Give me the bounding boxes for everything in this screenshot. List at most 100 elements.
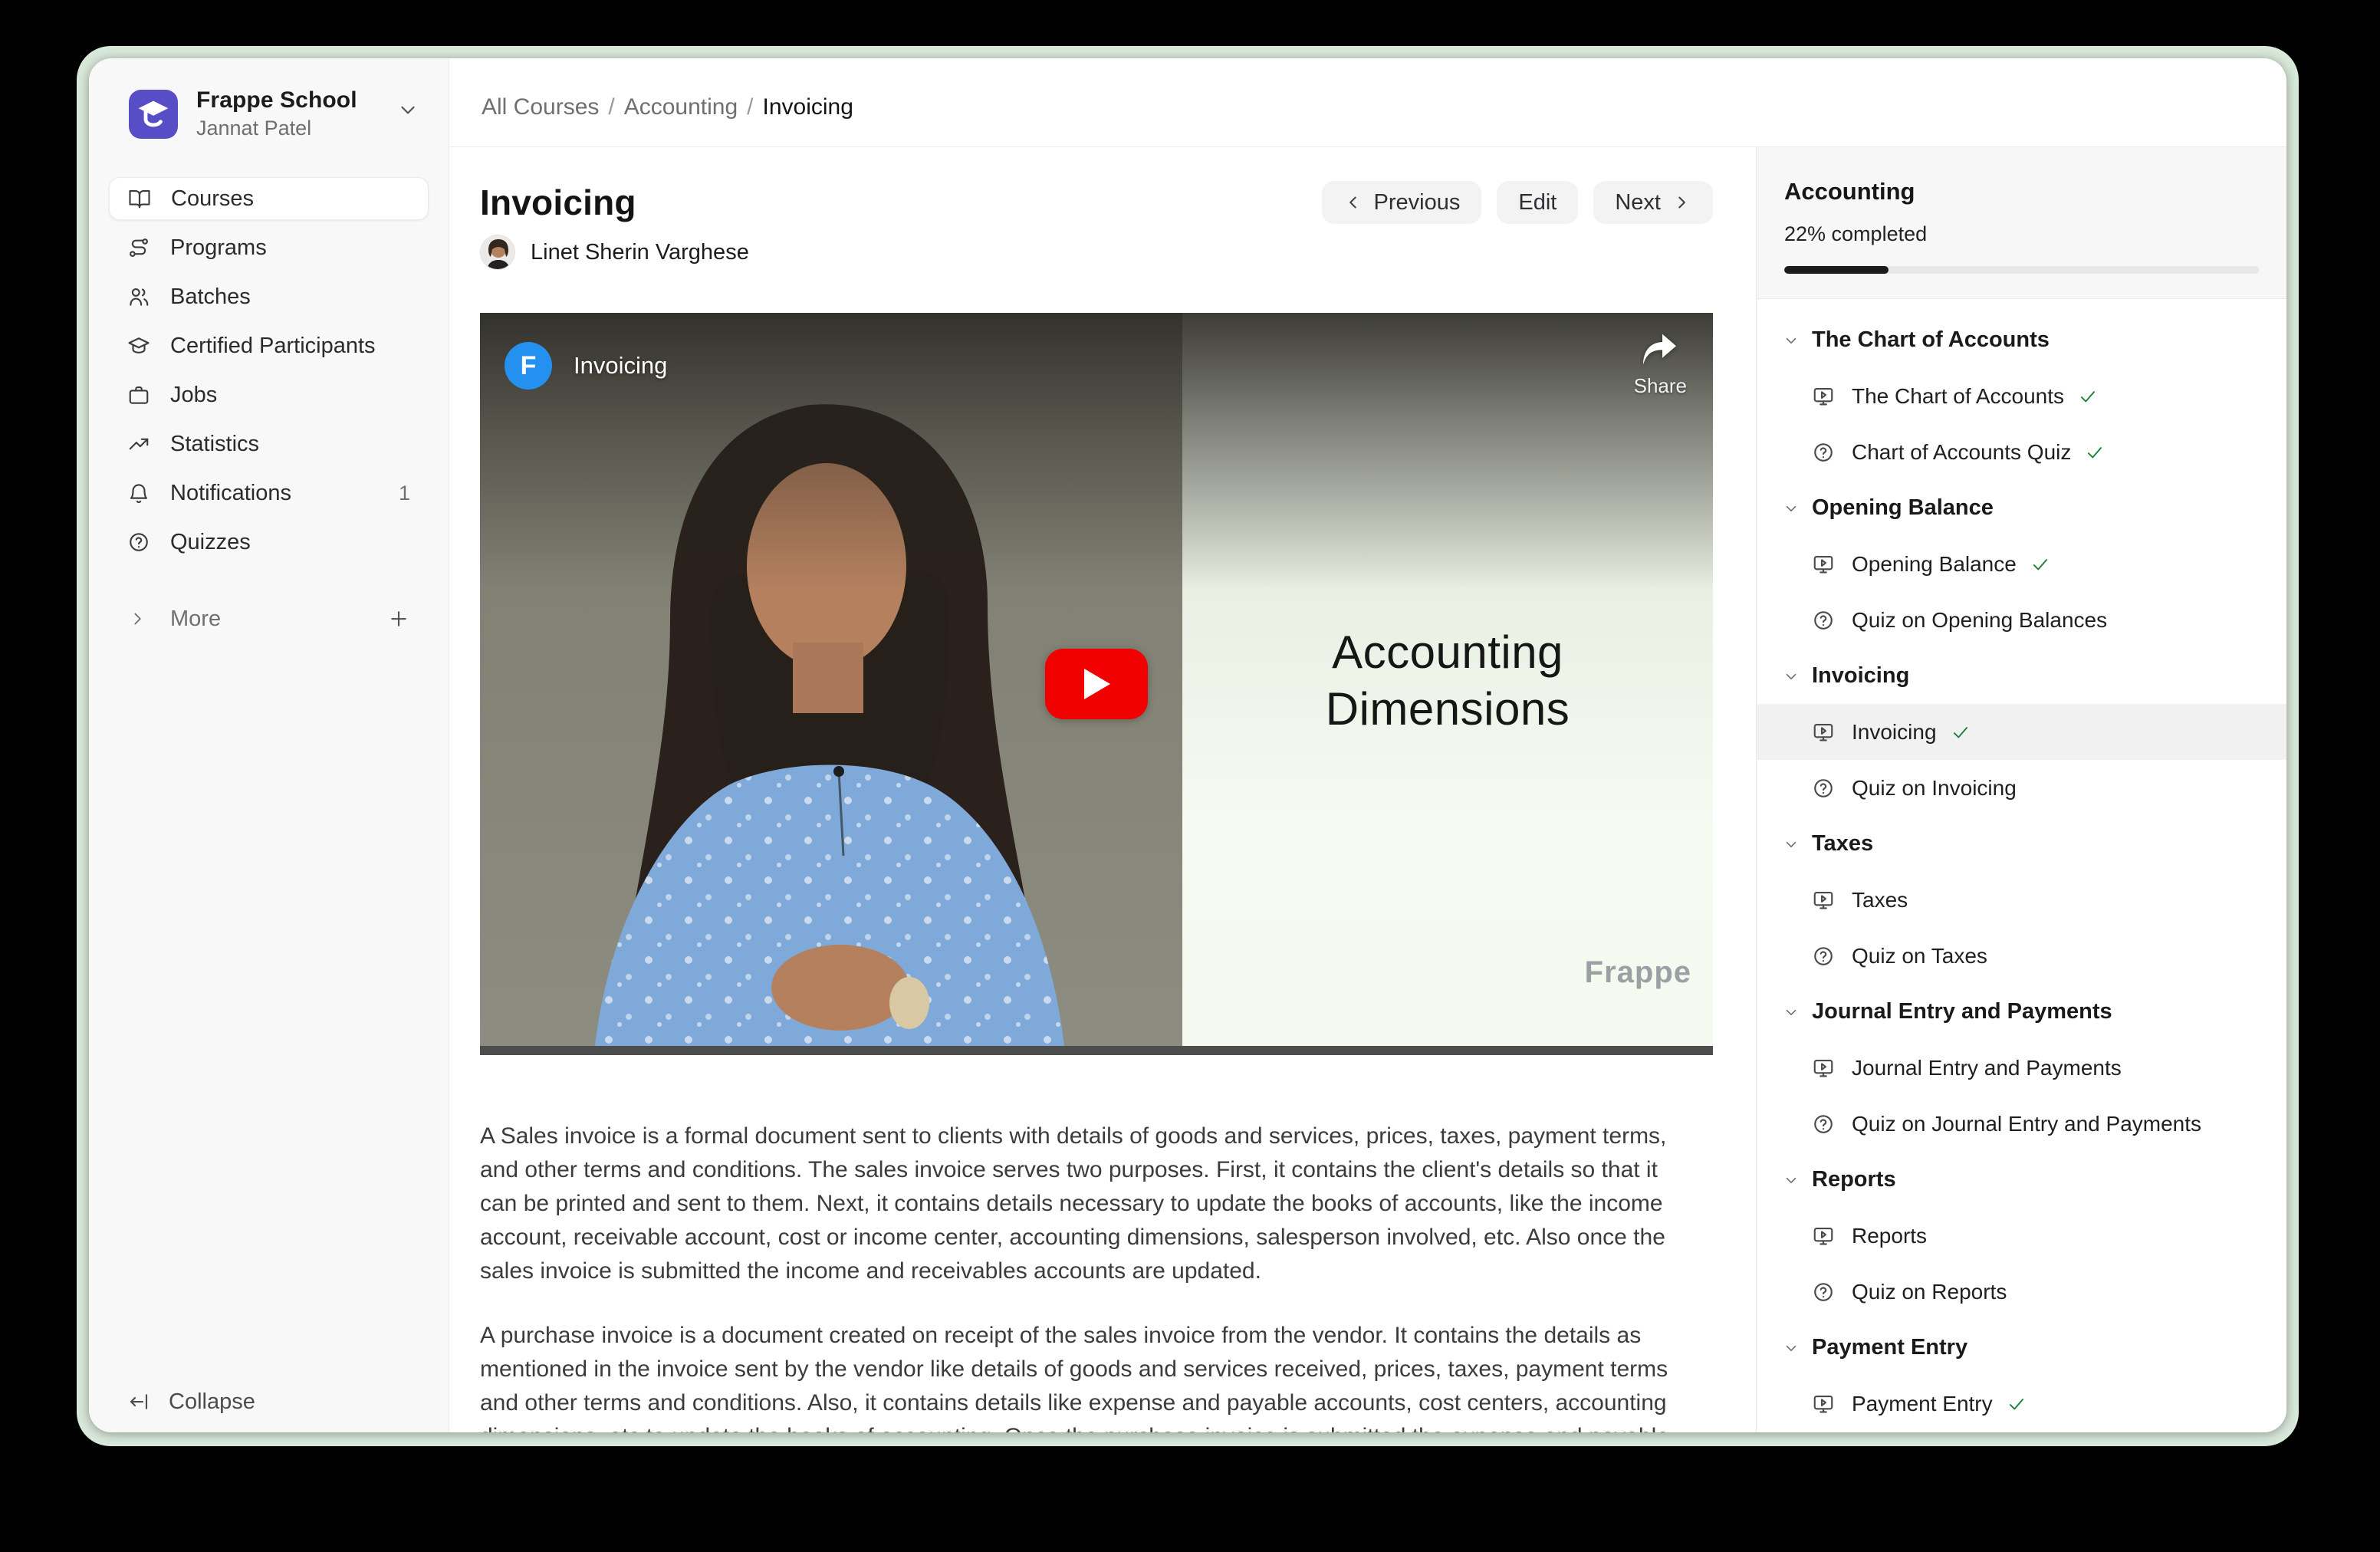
sidebar-item-label: Batches xyxy=(170,284,251,310)
outline-lesson-invoicing[interactable]: Invoicing xyxy=(1757,704,2286,760)
chevron-down-icon xyxy=(1783,1004,1800,1021)
breadcrumb-current: Invoicing xyxy=(763,94,853,120)
collapse-button[interactable]: Collapse xyxy=(109,1383,274,1420)
video-lesson-icon xyxy=(1812,385,1835,408)
outline-section-invoicing[interactable]: Invoicing xyxy=(1757,648,2286,704)
outline-lesson-reports[interactable]: Reports xyxy=(1757,1208,2286,1264)
video-lesson-icon xyxy=(1812,1057,1835,1080)
course-outline: Accounting 22% completed The Chart of Ac… xyxy=(1756,147,2286,1432)
outline-item-label: Chart of Accounts Quiz xyxy=(1852,440,2071,465)
outline-section-title: Journal Entry and Payments xyxy=(1812,999,2112,1024)
video-lesson-icon xyxy=(1812,1225,1835,1248)
sidebar-item-label: Certified Participants xyxy=(170,334,376,359)
outline-section-title: The Chart of Accounts xyxy=(1812,327,2050,353)
outline-quiz-quiz-on-opening-balances[interactable]: Quiz on Opening Balances xyxy=(1757,592,2286,648)
outline-item-label: Quiz on Reports xyxy=(1852,1280,2007,1304)
video-lesson-icon xyxy=(1812,1393,1835,1416)
next-button[interactable]: Next xyxy=(1593,181,1713,224)
outline-section-title: Invoicing xyxy=(1812,663,1909,689)
course-outline-list: The Chart of Accounts The Chart of Accoun… xyxy=(1757,300,2286,1432)
lesson-author: Linet Sherin Varghese xyxy=(480,235,1713,270)
chevron-down-icon xyxy=(1783,500,1800,517)
play-button[interactable] xyxy=(1045,649,1148,719)
progress-label: 22% completed xyxy=(1784,222,2259,246)
outline-quiz-quiz-on-invoicing[interactable]: Quiz on Invoicing xyxy=(1757,760,2286,816)
workspace-switcher[interactable]: Frappe School Jannat Patel xyxy=(89,58,449,140)
chevron-down-icon xyxy=(396,98,419,121)
outline-item-label: Quiz on Opening Balances xyxy=(1852,608,2107,633)
sidebar-more-label: More xyxy=(170,607,221,632)
avatar xyxy=(480,235,515,270)
plus-icon[interactable] xyxy=(387,607,410,630)
video-progress-bar[interactable] xyxy=(480,1046,1713,1055)
outline-quiz-chart-of-accounts-quiz[interactable]: Chart of Accounts Quiz xyxy=(1757,424,2286,480)
edit-button[interactable]: Edit xyxy=(1497,181,1578,224)
lesson-paragraph: A purchase invoice is a document created… xyxy=(480,1319,1701,1432)
breadcrumb-separator: / xyxy=(608,94,614,120)
sidebar-item-label: Notifications xyxy=(170,481,291,506)
briefcase-icon xyxy=(127,383,150,406)
outline-item-label: Reports xyxy=(1852,1224,1927,1248)
workspace-text: Frappe School Jannat Patel xyxy=(196,87,357,140)
outline-section-journal-entry-and-payments[interactable]: Journal Entry and Payments xyxy=(1757,984,2286,1040)
share-button[interactable]: Share xyxy=(1634,333,1687,398)
quiz-icon xyxy=(1812,1281,1835,1304)
outline-section-taxes[interactable]: Taxes xyxy=(1757,816,2286,872)
outline-lesson-the-chart-of-accounts[interactable]: The Chart of Accounts xyxy=(1757,368,2286,424)
trending-up-icon xyxy=(127,432,150,455)
quiz-icon xyxy=(1812,609,1835,632)
breadcrumb-all-courses[interactable]: All Courses xyxy=(482,94,599,120)
outline-item-label: Journal Entry and Payments xyxy=(1852,1056,2122,1080)
video-player[interactable]: F Invoicing Share Accounting Dim xyxy=(480,313,1713,1055)
outline-lesson-journal-entry-and-payments[interactable]: Journal Entry and Payments xyxy=(1757,1040,2286,1096)
lesson-content: Invoicing Previous Edit Next xyxy=(449,147,1756,1432)
breadcrumb-accounting[interactable]: Accounting xyxy=(624,94,738,120)
outline-lesson-payment-entry[interactable]: Payment Entry xyxy=(1757,1376,2286,1432)
outline-quiz-quiz-on-taxes[interactable]: Quiz on Taxes xyxy=(1757,928,2286,984)
outline-section-opening-balance[interactable]: Opening Balance xyxy=(1757,480,2286,536)
outline-lesson-opening-balance[interactable]: Opening Balance xyxy=(1757,536,2286,592)
completed-check-icon xyxy=(2030,554,2050,574)
video-title[interactable]: Invoicing xyxy=(574,352,667,380)
chevron-down-icon xyxy=(1783,836,1800,853)
book-open-icon xyxy=(128,187,151,210)
video-lesson-icon xyxy=(1812,889,1835,912)
outline-quiz-quiz-on-journal-entry-and-payments[interactable]: Quiz on Journal Entry and Payments xyxy=(1757,1096,2286,1152)
frappe-school-logo xyxy=(129,90,178,139)
sidebar-item-programs[interactable]: Programs xyxy=(109,226,429,269)
breadcrumb-bar: All Courses / Accounting / Invoicing xyxy=(449,58,2286,147)
sidebar-item-statistics[interactable]: Statistics xyxy=(109,423,429,465)
lesson-header: Invoicing Previous Edit Next xyxy=(480,181,1713,224)
chevron-down-icon xyxy=(1783,1172,1800,1189)
users-icon xyxy=(127,285,150,308)
course-outline-header: Accounting 22% completed xyxy=(1757,147,2286,299)
outline-section-reports[interactable]: Reports xyxy=(1757,1152,2286,1208)
video-titlebar: F Invoicing xyxy=(505,342,667,390)
author-name: Linet Sherin Varghese xyxy=(531,240,749,265)
bell-icon xyxy=(127,482,150,505)
outline-section-the-chart-of-accounts[interactable]: The Chart of Accounts xyxy=(1757,312,2286,368)
sidebar-item-label: Programs xyxy=(170,235,267,261)
help-circle-icon xyxy=(127,531,150,554)
outline-lesson-taxes[interactable]: Taxes xyxy=(1757,872,2286,928)
sidebar-item-courses[interactable]: Courses xyxy=(109,177,429,220)
sidebar-more[interactable]: More xyxy=(109,597,429,640)
sidebar-item-notifications[interactable]: Notifications1 xyxy=(109,472,429,515)
play-icon xyxy=(1081,667,1112,701)
quiz-icon xyxy=(1812,441,1835,464)
sidebar-item-batches[interactable]: Batches xyxy=(109,275,429,318)
previous-button[interactable]: Previous xyxy=(1322,181,1482,224)
completed-check-icon xyxy=(2078,386,2098,406)
sidebar-item-jobs[interactable]: Jobs xyxy=(109,373,429,416)
quiz-icon xyxy=(1812,1113,1835,1136)
outline-quiz-quiz-on-reports[interactable]: Quiz on Reports xyxy=(1757,1264,2286,1320)
channel-avatar[interactable]: F xyxy=(505,342,552,390)
sidebar-item-label: Courses xyxy=(171,186,254,212)
grad-cap-icon xyxy=(127,334,150,357)
outline-item-label: The Chart of Accounts xyxy=(1852,384,2064,409)
completed-check-icon xyxy=(2085,442,2105,462)
sidebar-item-quizzes[interactable]: Quizzes xyxy=(109,521,429,564)
course-title: Accounting xyxy=(1784,178,2259,206)
outline-section-payment-entry[interactable]: Payment Entry xyxy=(1757,1320,2286,1376)
sidebar-item-certified-participants[interactable]: Certified Participants xyxy=(109,324,429,367)
